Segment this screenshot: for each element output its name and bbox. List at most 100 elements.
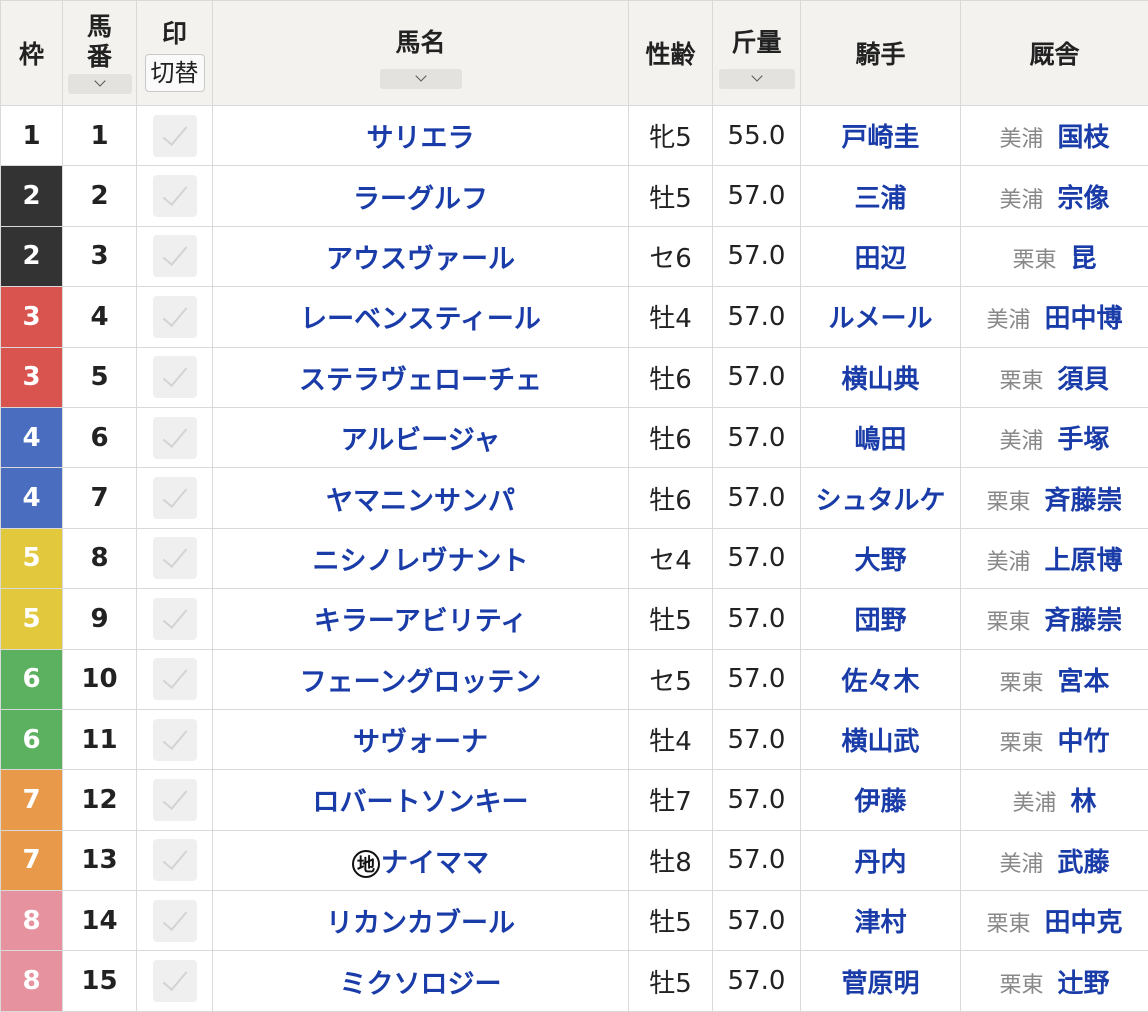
weight-cell: 57.0	[712, 950, 801, 1012]
mark-checkbox[interactable]	[152, 477, 197, 520]
trainer-link[interactable]: 中竹	[1058, 727, 1110, 757]
trainer-link[interactable]: 武藤	[1058, 848, 1110, 878]
jockey-link[interactable]: シュタルケ	[815, 486, 945, 516]
mark-checkbox[interactable]	[152, 416, 197, 459]
trainer-link[interactable]: 宗像	[1058, 184, 1110, 214]
entries-table: 枠 馬 番 印 切替 馬名 性齢 斤量 騎手 厩舎 1 1 サリエラ 牝5 55…	[0, 0, 1148, 1012]
mark-checkbox[interactable]	[152, 295, 197, 338]
horse-name-link[interactable]: アルビージャ	[341, 425, 501, 456]
trainer-link[interactable]: 辻野	[1058, 969, 1110, 999]
sort-umaban-button[interactable]	[67, 74, 132, 94]
horse-name-link[interactable]: ミクソロジー	[340, 969, 502, 1000]
jockey-link[interactable]: 津村	[854, 908, 906, 938]
stable-region: 美浦	[999, 127, 1044, 153]
trainer-link[interactable]: 田中博	[1045, 304, 1123, 334]
jockey-cell: 戸崎圭	[800, 104, 961, 167]
horse-name-link[interactable]: サヴォーナ	[353, 727, 488, 758]
mark-checkbox[interactable]	[152, 114, 197, 157]
jockey-link[interactable]: 戸崎圭	[841, 123, 919, 153]
weight-cell: 57.0	[712, 890, 801, 952]
horse-name-link[interactable]: ロバートソンキー	[313, 787, 529, 818]
mark-checkbox[interactable]	[152, 718, 197, 761]
jockey-link[interactable]: 丹内	[854, 848, 906, 878]
trainer-link[interactable]: 斉藤崇	[1045, 486, 1123, 516]
trainer-link[interactable]: 手塚	[1058, 425, 1110, 455]
mark-checkbox[interactable]	[152, 235, 197, 278]
header-umaban[interactable]: 馬 番	[62, 0, 137, 106]
horse-name-link[interactable]: ナイママ	[381, 848, 489, 879]
jockey-link[interactable]: 田辺	[854, 244, 906, 274]
jockey-cell: シュタルケ	[800, 467, 961, 529]
horse-name-cell: レーベンスティール	[212, 286, 629, 348]
trainer-link[interactable]: 須貝	[1058, 365, 1110, 395]
sort-weight-button[interactable]	[718, 69, 795, 89]
horse-name-link[interactable]: サリエラ	[367, 123, 475, 154]
horse-name-cell: ヤマニンサンパ	[212, 467, 629, 529]
chevron-down-icon	[414, 70, 427, 82]
horse-name-link[interactable]: アウスヴァール	[326, 244, 515, 275]
weight-cell: 57.0	[712, 225, 801, 288]
jockey-link[interactable]: 三浦	[854, 184, 906, 214]
trainer-link[interactable]: 国枝	[1058, 123, 1110, 153]
table-row: 7 12 ロバートソンキー 牡7 57.0 伊藤 美浦林	[0, 769, 1148, 831]
mark-checkbox[interactable]	[152, 175, 197, 218]
entries-body: 1 1 サリエラ 牝5 55.0 戸崎圭 美浦 国枝 2 2 ラーグルフ 牡5 57.0 三浦 美浦 宗像 2 3…	[0, 104, 1148, 1012]
mark-checkbox[interactable]	[152, 778, 197, 821]
horse-name-link[interactable]: リカンカブール	[326, 908, 515, 939]
waku-number: 4	[22, 483, 41, 514]
jockey-link[interactable]: ルメール	[828, 304, 932, 334]
mark-switch-button[interactable]: 切替	[144, 54, 205, 92]
header-weight[interactable]: 斤量	[712, 0, 801, 106]
jockey-link[interactable]: 横山武	[841, 727, 919, 757]
umaban-number: 7	[90, 483, 109, 514]
stable-cell: 栗東 宮本	[960, 648, 1148, 710]
mark-checkbox[interactable]	[152, 960, 197, 1003]
waku-cell: 5	[0, 527, 63, 590]
horse-name-link[interactable]: ラーグルフ	[353, 184, 488, 215]
header-horse-name[interactable]: 馬名	[212, 0, 629, 106]
trainer-link[interactable]: 田中克	[1045, 908, 1123, 938]
trainer-link[interactable]: 昆	[1071, 244, 1097, 274]
mark-cell	[136, 104, 213, 167]
mark-checkbox[interactable]	[152, 537, 197, 580]
weight-value: 57.0	[727, 241, 786, 272]
trainer-link[interactable]: 上原博	[1045, 546, 1123, 576]
table-row: 5 9 キラーアビリティ 牡5 57.0 団野 栗東 斉藤崇	[0, 588, 1148, 650]
waku-cell: 5	[0, 588, 63, 650]
jockey-link[interactable]: 菅原明	[841, 969, 919, 999]
mark-checkbox[interactable]	[152, 658, 197, 701]
waku-number: 7	[22, 845, 41, 876]
horse-name-cell: リカンカブール	[212, 890, 629, 952]
trainer-link[interactable]: 斉藤崇	[1045, 606, 1123, 636]
jockey-link[interactable]: 団野	[854, 606, 906, 636]
umaban-number: 2	[90, 181, 109, 212]
header-waku: 枠	[0, 0, 63, 106]
weight-value: 57.0	[727, 362, 786, 393]
horse-name-link[interactable]: ニシノレヴナント	[313, 546, 529, 577]
mark-cell	[136, 708, 213, 771]
jockey-link[interactable]: 横山典	[841, 365, 919, 395]
horse-name-link[interactable]: フェーングロッテン	[300, 667, 542, 698]
jockey-cell: 横山典	[800, 346, 961, 408]
horse-name-link[interactable]: ステラヴェローチェ	[299, 365, 542, 396]
waku-number: 3	[22, 301, 41, 332]
stable-region: 栗東	[1012, 247, 1057, 273]
waku-number: 6	[22, 664, 41, 695]
horse-name-link[interactable]: ヤマニンサンパ	[326, 486, 515, 517]
sex-age-value: 牡7	[649, 787, 692, 818]
mark-checkbox[interactable]	[152, 839, 197, 882]
mark-checkbox[interactable]	[152, 597, 197, 640]
jockey-link[interactable]: 大野	[854, 546, 906, 576]
trainer-link[interactable]: 林	[1071, 787, 1097, 817]
horse-name-link[interactable]: レーベンスティール	[300, 304, 541, 335]
mark-checkbox[interactable]	[152, 356, 197, 399]
mark-checkbox[interactable]	[152, 899, 197, 942]
jockey-link[interactable]: 嶋田	[854, 425, 906, 455]
umaban-number: 6	[90, 422, 109, 453]
jockey-link[interactable]: 伊藤	[854, 787, 906, 817]
trainer-link[interactable]: 宮本	[1058, 667, 1110, 697]
horse-name-link[interactable]: キラーアビリティ	[314, 606, 527, 637]
sort-horse-name-button[interactable]	[379, 69, 462, 89]
horse-name-cell: ロバートソンキー	[212, 769, 629, 831]
jockey-link[interactable]: 佐々木	[841, 667, 919, 697]
